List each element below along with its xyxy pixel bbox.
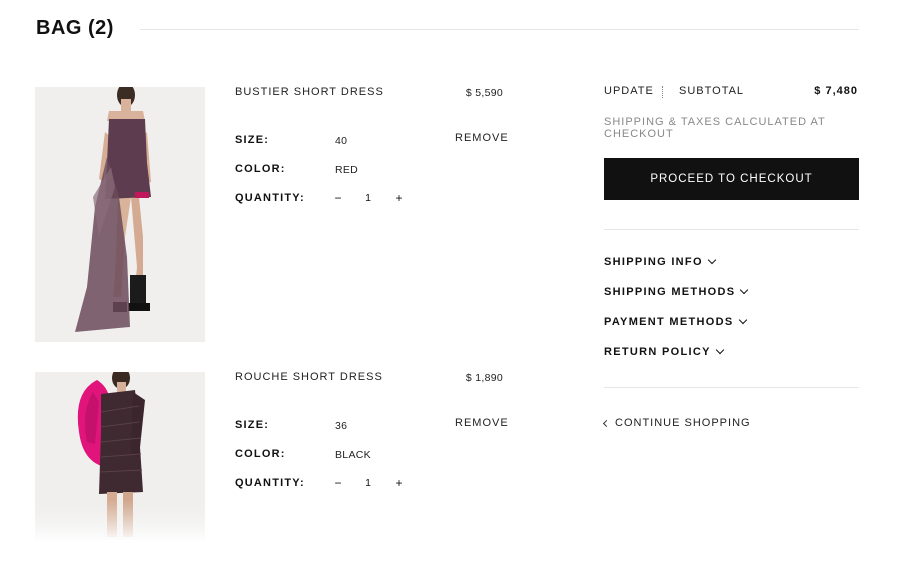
summary-divider-bottom	[604, 387, 859, 388]
quantity-decrease-button[interactable]: −	[331, 191, 345, 205]
subtotal-value: $ 7,480	[814, 85, 858, 97]
quantity-value[interactable]: 1	[361, 192, 375, 204]
product-price: $ 5,590	[465, 87, 503, 99]
chevron-down-icon	[738, 315, 747, 325]
update-button[interactable]: UPDATE	[604, 85, 654, 97]
product-name[interactable]: ROUCHE SHORT DRESS	[235, 371, 383, 383]
color-label: COLOR:	[235, 163, 286, 175]
accordion-label: RETURN POLICY	[604, 346, 711, 358]
chevron-down-icon	[707, 255, 717, 265]
accordion-return-policy[interactable]: RETURN POLICY	[604, 345, 724, 358]
shipping-tax-note: SHIPPING & TAXES CALCULATED AT CHECKOUT	[604, 116, 826, 140]
accordion-shipping-info[interactable]: SHIPPING INFO	[604, 255, 717, 268]
quantity-increase-button[interactable]: +	[392, 476, 406, 490]
continue-shopping-link[interactable]: CONTINUE SHOPPING	[602, 417, 751, 429]
proceed-to-checkout-button[interactable]: PROCEED TO CHECKOUT	[604, 158, 859, 200]
quantity-label: QUANTITY:	[235, 192, 305, 204]
color-value: RED	[335, 164, 359, 176]
summary-separator	[662, 86, 663, 98]
accordion-label: SHIPPING METHODS	[604, 286, 736, 298]
summary-divider-top	[604, 229, 859, 230]
remove-button[interactable]: REMOVE	[455, 132, 509, 144]
subtotal-label: SUBTOTAL	[679, 85, 745, 97]
quantity-value[interactable]: 1	[361, 477, 375, 489]
accordion-payment-methods[interactable]: PAYMENT METHODS	[604, 315, 747, 328]
product-image-bustier-dress[interactable]	[35, 87, 205, 342]
color-value: BLACK	[335, 449, 371, 461]
continue-shopping-label: CONTINUE SHOPPING	[615, 417, 751, 429]
accordion-label: SHIPPING INFO	[604, 256, 703, 268]
accordion-label: PAYMENT METHODS	[604, 316, 734, 328]
quantity-decrease-button[interactable]: −	[331, 476, 345, 490]
remove-button[interactable]: REMOVE	[455, 417, 509, 429]
size-value: 36	[335, 420, 348, 432]
size-label: SIZE:	[235, 134, 270, 146]
size-value: 40	[335, 135, 348, 147]
quantity-increase-button[interactable]: +	[392, 191, 406, 205]
color-label: COLOR:	[235, 448, 286, 460]
chevron-down-icon	[715, 345, 724, 355]
accordion-shipping-methods[interactable]: SHIPPING METHODS	[604, 285, 749, 298]
product-price: $ 1,890	[465, 372, 503, 384]
chevron-left-icon	[602, 419, 611, 427]
title-divider	[140, 29, 859, 30]
chevron-down-icon	[740, 285, 749, 295]
page-title: BAG (2)	[36, 17, 114, 39]
size-label: SIZE:	[235, 419, 270, 431]
product-image-rouche-dress[interactable]	[35, 372, 205, 542]
product-name[interactable]: BUSTIER SHORT DRESS	[235, 86, 384, 98]
quantity-label: QUANTITY:	[235, 477, 305, 489]
